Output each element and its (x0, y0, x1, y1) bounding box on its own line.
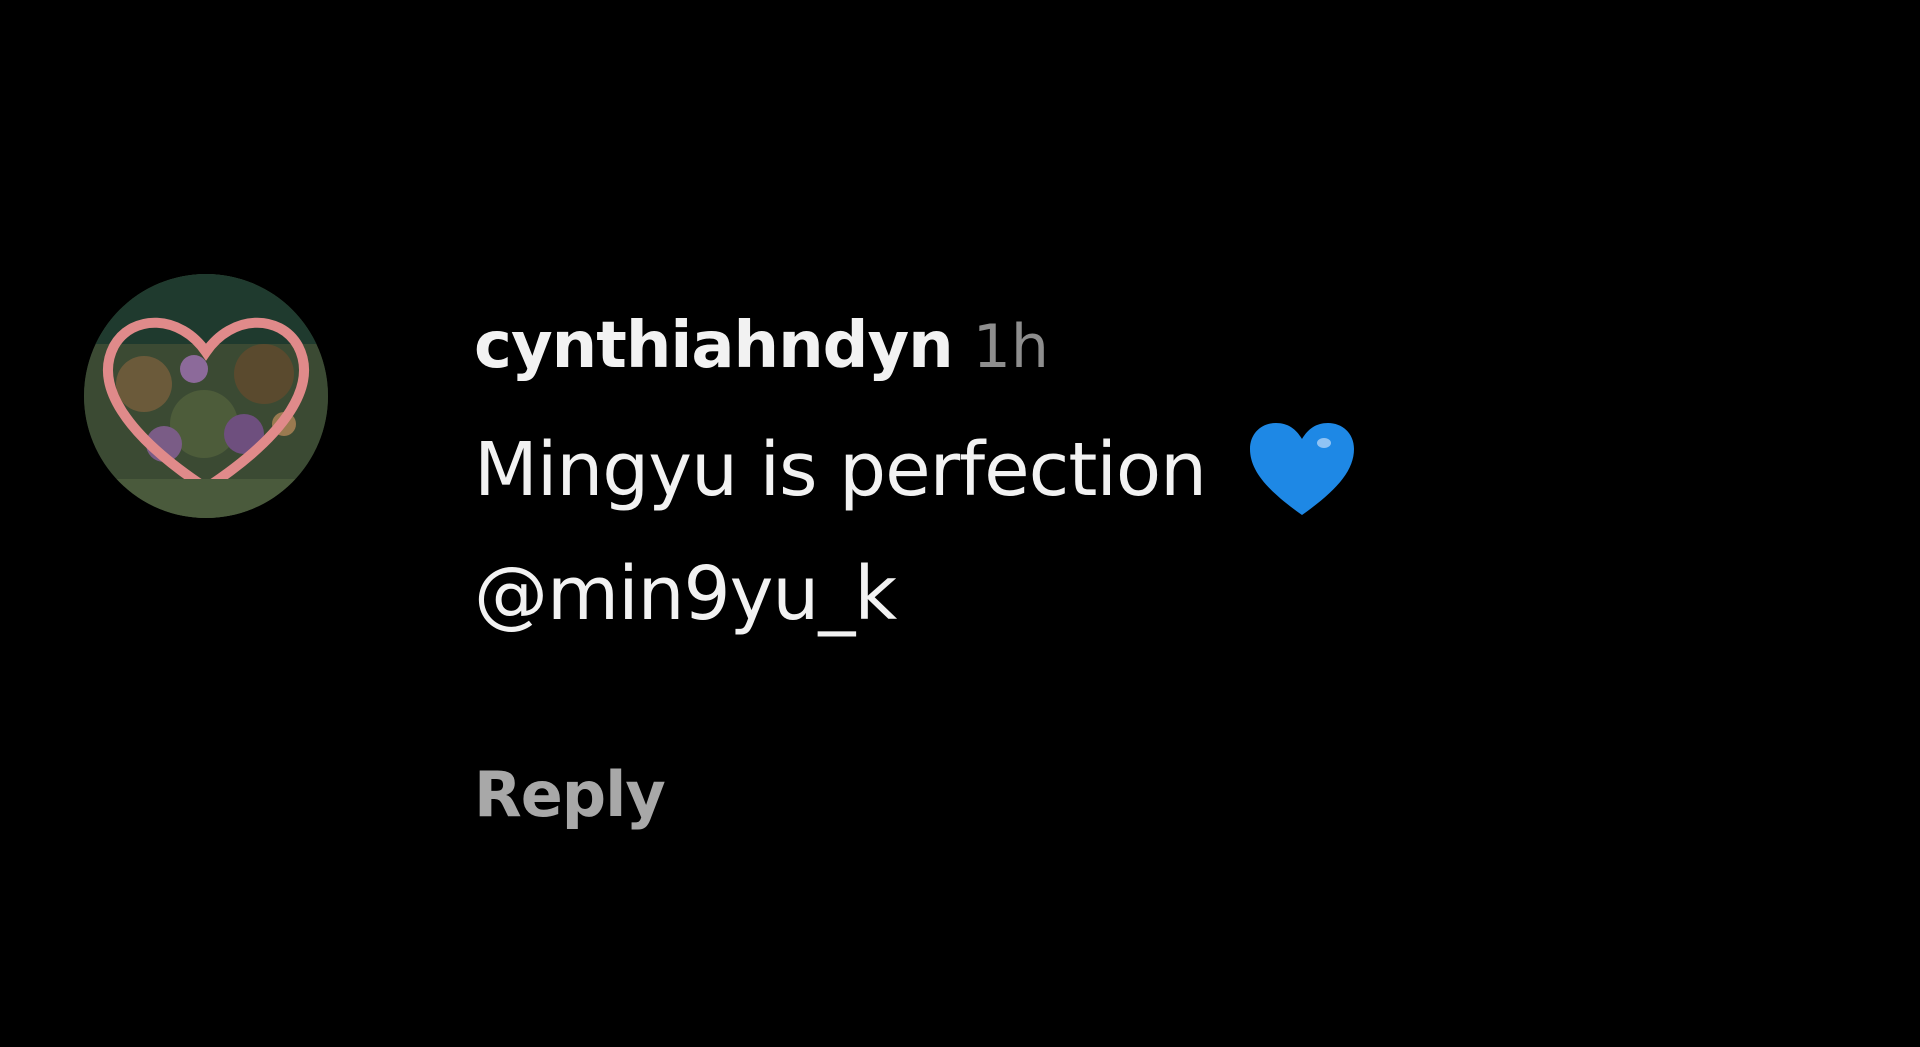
username-link[interactable]: cynthiahndyn (474, 314, 954, 378)
comment-screen: cynthiahndyn 1h Mingyu is perfection @mi… (0, 0, 1920, 1047)
timestamp: 1h (972, 312, 1049, 382)
comment-body: cynthiahndyn 1h Mingyu is perfection @mi… (474, 314, 1356, 826)
comment-meta: cynthiahndyn 1h (474, 314, 1356, 378)
comment-text-line-2: @min9yu_k (474, 532, 1356, 656)
comment-text: Mingyu is perfection @min9yu_k (474, 408, 1356, 656)
comment-message: Mingyu is perfection (474, 427, 1207, 513)
blue-heart-icon (1248, 421, 1356, 519)
comment-item: cynthiahndyn 1h Mingyu is perfection @mi… (84, 274, 1356, 826)
reply-button[interactable]: Reply (474, 764, 666, 826)
avatar-image (84, 274, 328, 518)
avatar[interactable] (84, 274, 328, 518)
comment-text-line: Mingyu is perfection (474, 408, 1356, 532)
mention-link[interactable]: @min9yu_k (474, 532, 897, 656)
